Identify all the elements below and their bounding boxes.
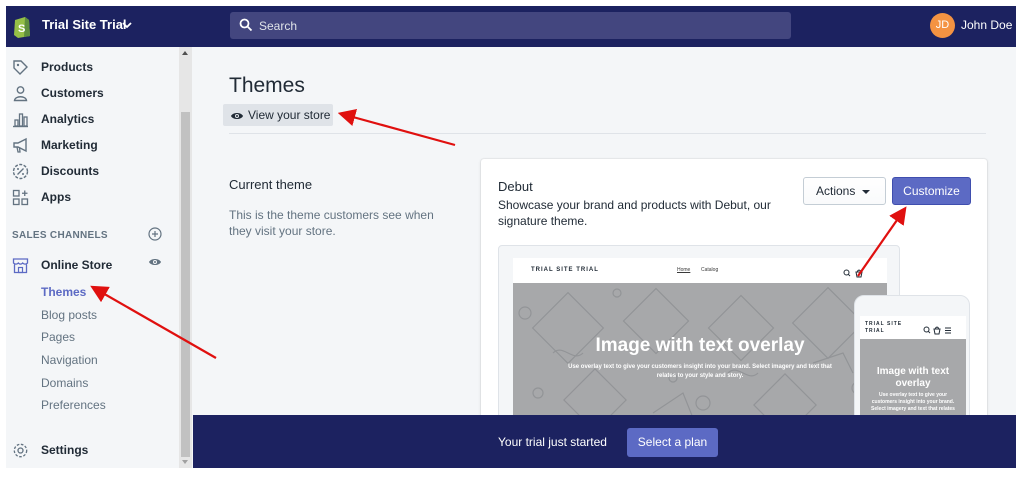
add-sales-channel-icon[interactable] xyxy=(148,227,162,241)
sidebar-item-label: Products xyxy=(41,60,94,74)
preview-hero-text: Use overlay text to give your customers … xyxy=(568,364,832,379)
sidebar-item-label: Online Store xyxy=(41,258,113,272)
search-bar[interactable] xyxy=(230,12,791,39)
sidebar-item-apps[interactable]: Apps xyxy=(6,186,178,210)
preview-store-name: TRIAL SITE TRIAL xyxy=(531,267,599,273)
trial-banner: Your trial just started Select a plan xyxy=(193,415,1016,468)
preview-hero-image: Image with text overlay Use overlay text… xyxy=(513,283,887,429)
search-input[interactable] xyxy=(259,17,759,35)
person-icon xyxy=(12,85,29,102)
chevron-down-icon[interactable] xyxy=(121,18,133,36)
customize-button[interactable]: Customize xyxy=(892,177,971,205)
preview-nav-catalog: Catalog xyxy=(701,267,719,273)
apps-icon xyxy=(12,189,29,206)
sidebar-item-discounts[interactable]: Discounts xyxy=(6,160,178,184)
discount-icon xyxy=(12,163,29,180)
page-title: Themes xyxy=(229,74,305,97)
current-theme-heading: Current theme xyxy=(229,177,313,192)
preview-nav-home: Home xyxy=(677,267,691,273)
trial-status-text: Your trial just started xyxy=(498,435,607,449)
scroll-down-arrow-icon[interactable] xyxy=(182,460,188,464)
avatar[interactable]: JD xyxy=(930,13,955,38)
sidebar-scrollbar-thumb[interactable] xyxy=(181,112,190,457)
sidebar-subitem-domains[interactable]: Domains xyxy=(41,376,88,390)
desktop-preview-screen: TRIAL SITE TRIAL Home Catalog Image with… xyxy=(513,258,887,429)
actions-button[interactable]: Actions xyxy=(803,177,886,205)
mobile-theme-preview[interactable]: TRIAL SITE TRIAL Image with text overlay… xyxy=(854,295,970,429)
view-store-label: View your store xyxy=(248,108,331,122)
caret-down-icon xyxy=(862,190,870,194)
sidebar-item-label: Settings xyxy=(41,443,89,457)
mobile-preview-hero-text: Use overlay text to give your customers … xyxy=(871,392,955,412)
tag-icon xyxy=(12,59,29,76)
theme-card: Debut Showcase your brand and products w… xyxy=(481,159,987,429)
sidebar-item-label: Marketing xyxy=(41,138,98,152)
shopify-logo-icon[interactable]: S xyxy=(12,15,32,39)
main-content: Themes View your store Current theme Thi… xyxy=(193,47,1016,468)
mobile-preview-header-icons xyxy=(923,322,955,340)
sidebar-subitem-navigation[interactable]: Navigation xyxy=(41,353,98,367)
eye-icon[interactable] xyxy=(148,255,162,273)
sidebar-item-label: Discounts xyxy=(41,164,100,178)
sidebar-subitem-themes[interactable]: Themes xyxy=(41,285,86,299)
store-icon xyxy=(12,257,29,274)
mobile-preview-screen: TRIAL SITE TRIAL Image with text overlay… xyxy=(860,316,966,429)
select-plan-button[interactable]: Select a plan xyxy=(627,428,718,457)
view-store-button[interactable]: View your store xyxy=(223,104,333,126)
preview-header-icons xyxy=(843,265,865,283)
sidebar-subitem-blog-posts[interactable]: Blog posts xyxy=(41,308,97,322)
svg-text:S: S xyxy=(18,23,25,35)
theme-name: Debut xyxy=(498,179,533,194)
sidebar-subitem-pages[interactable]: Pages xyxy=(41,330,75,344)
desktop-theme-preview[interactable]: TRIAL SITE TRIAL Home Catalog Image with… xyxy=(498,245,900,429)
sidebar-item-label: Analytics xyxy=(41,112,95,126)
scroll-up-arrow-icon[interactable] xyxy=(182,51,188,55)
store-name[interactable]: Trial Site Trial xyxy=(42,17,127,32)
sales-channels-header: SALES CHANNELS xyxy=(12,230,108,241)
divider xyxy=(229,133,986,134)
sidebar-item-analytics[interactable]: Analytics xyxy=(6,108,178,132)
preview-hero-title: Image with text overlay xyxy=(595,335,805,356)
sidebar-item-marketing[interactable]: Marketing xyxy=(6,134,178,158)
user-name[interactable]: John Doe xyxy=(961,18,1012,32)
sidebar-item-label: Apps xyxy=(41,190,71,204)
mobile-preview-hero-title: Image with text overlay xyxy=(876,366,950,389)
search-icon xyxy=(239,18,253,37)
actions-label: Actions xyxy=(816,184,856,198)
sidebar-item-products[interactable]: Products xyxy=(6,56,178,80)
sidebar-item-settings[interactable]: Settings xyxy=(6,439,178,463)
mobile-preview-store-name: TRIAL SITE TRIAL xyxy=(865,321,903,334)
sidebar: Products Customers Analytics Marketing D… xyxy=(6,47,193,468)
sidebar-subitem-preferences[interactable]: Preferences xyxy=(41,398,106,412)
current-theme-description: This is the theme customers see when the… xyxy=(229,208,434,238)
gear-icon xyxy=(12,442,29,459)
megaphone-icon xyxy=(12,137,29,154)
top-bar: S Trial Site Trial JD John Doe xyxy=(6,6,1016,47)
theme-description: Showcase your brand and products with De… xyxy=(498,198,771,228)
app-frame: S Trial Site Trial JD John Doe Products xyxy=(6,6,1016,468)
sidebar-item-label: Customers xyxy=(41,86,104,100)
eye-icon xyxy=(230,109,244,127)
sidebar-item-customers[interactable]: Customers xyxy=(6,82,178,106)
bar-chart-icon xyxy=(12,111,29,128)
